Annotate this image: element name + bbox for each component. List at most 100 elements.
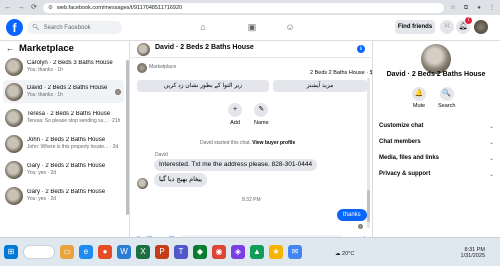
chevron-down-icon: ⌄ [488, 124, 494, 130]
more-options-button[interactable]: مزید آپشنز [273, 80, 367, 92]
conversation-name: Gary · 2 Beds 2 Baths House [27, 189, 106, 195]
conversation-item-gary-2[interactable]: Gary · 2 Beds 2 Baths House You: yes · 2d [3, 184, 124, 207]
mute-button[interactable]: 🔔 Mute [412, 87, 426, 109]
chat-avatar[interactable] [137, 43, 150, 56]
add-action[interactable]: + Add [228, 103, 242, 126]
edit-icon[interactable]: ✎ [254, 103, 269, 117]
view-buyer-profile-link[interactable]: View buyer profile [252, 140, 295, 146]
conversation-item-teresa[interactable]: Teresa · 2 Beds 2 Baths House Teresa: So … [3, 106, 124, 129]
sender-avatar[interactable] [137, 178, 148, 189]
edge-icon[interactable]: e [79, 245, 93, 259]
conversation-name: John · 2 Beds 2 Baths House [27, 137, 106, 143]
taskbar-clock[interactable]: 8:31 PM 1/31/2025 [455, 247, 485, 259]
conversation-name: Teresa · 2 Beds 2 Baths House [27, 111, 111, 117]
site-info-icon[interactable]: ⚙ [48, 5, 53, 11]
powerpoint-icon[interactable]: P [155, 245, 169, 259]
word-icon[interactable]: W [117, 245, 131, 259]
chat-scrollbar[interactable] [367, 190, 370, 222]
chat-title[interactable]: David · 2 Beds 2 Baths House [155, 44, 254, 51]
search-label: Search [438, 103, 456, 109]
chevron-down-icon: ⌄ [488, 172, 494, 178]
file-explorer-icon[interactable]: ▭ [60, 245, 74, 259]
add-icon[interactable]: + [228, 103, 242, 117]
back-arrow-icon[interactable]: ← [6, 44, 14, 53]
forward-icon[interactable]: → [17, 4, 25, 12]
privacy-support-row[interactable]: Privacy & support ⌄ [379, 171, 494, 178]
section-label: Chat members [379, 139, 421, 145]
menu-icon[interactable]: ⋮ [488, 4, 496, 12]
reload-icon[interactable]: ⟳ [30, 4, 38, 12]
watch-icon[interactable]: ▣ [245, 20, 259, 34]
sidebar-scrollbar[interactable] [126, 60, 129, 215]
address-bar[interactable]: ⚙ web.facebook.com/messages/t/9117048511… [43, 2, 444, 13]
weather-widget[interactable]: ☁ 20°C [335, 251, 354, 257]
conversation-item-david[interactable]: David · 2 Beds 2 Baths House You: thanks … [3, 80, 124, 103]
bell-icon[interactable]: 🔔 [412, 87, 426, 101]
incoming-message[interactable]: پیغام بھیج دیا گیا [154, 173, 208, 187]
listing-thumbnail [5, 57, 23, 76]
section-label: Customize chat [379, 123, 424, 129]
listing-thumbnail [5, 134, 23, 153]
clock-date: 1/31/2025 [460, 253, 485, 259]
listing-thumbnail [5, 160, 23, 179]
extensions-icon[interactable]: ⧉ [462, 4, 470, 12]
conversation-item-carolyn[interactable]: Carolyn · 2 Beds 3 Baths House You: thank… [3, 55, 124, 78]
mark-pending-button[interactable]: زیر التوا کے بطور نشان زد کریں [137, 80, 269, 92]
customize-chat-row[interactable]: Customize chat ⌄ [379, 123, 494, 130]
weather-icon: ☁ [335, 251, 343, 257]
outgoing-message[interactable]: thanks [337, 209, 367, 221]
media-files-row[interactable]: Media, files and links ⌄ [379, 155, 494, 162]
taskbar-search[interactable] [23, 245, 55, 259]
app-icon[interactable]: ◆ [193, 245, 207, 259]
section-label: Privacy & support [379, 171, 431, 177]
conversation-preview: You: yes · 2d [27, 170, 57, 176]
excel-icon[interactable]: X [136, 245, 150, 259]
profile-icon[interactable]: ● [475, 4, 483, 12]
app-icon[interactable]: ✉ [288, 245, 302, 259]
conversation-name: David · 2 Beds 2 Baths House [27, 85, 108, 91]
avatar[interactable] [474, 20, 488, 34]
incoming-message[interactable]: Interested. Txt me the address please. 8… [154, 159, 318, 171]
listing-thumbnail [5, 108, 23, 127]
conversation-item-gary[interactable]: Gary · 2 Beds 2 Baths House You: yes · 2d [3, 158, 124, 181]
find-friends-button[interactable]: Find friends [395, 20, 435, 34]
seen-avatar [115, 88, 121, 95]
conversation-preview: You: thanks · 1h [27, 92, 63, 98]
app-icon[interactable]: ▲ [250, 245, 264, 259]
menu-grid-icon[interactable]: ⁙ [440, 20, 454, 34]
details-title: David · 2 Beds 2 Baths House [386, 71, 486, 78]
weather-temp: 20°C [342, 251, 355, 257]
listing-image[interactable] [421, 44, 451, 74]
info-icon[interactable]: i [357, 45, 365, 53]
teams-icon[interactable]: T [174, 245, 188, 259]
section-label: Media, files and links [379, 155, 440, 161]
app-icon[interactable]: ● [98, 245, 112, 259]
chrome-icon[interactable]: ◉ [212, 245, 226, 259]
conversation-name: Carolyn · 2 Beds 3 Baths House [27, 60, 113, 66]
chevron-down-icon: ⌄ [488, 156, 494, 162]
home-icon[interactable]: ⌂ [196, 20, 210, 34]
marketplace-label: Marketplace [149, 64, 177, 70]
search-input[interactable]: 🔍︎ Search Facebook [27, 21, 122, 34]
groups-icon[interactable]: ☺ [283, 20, 297, 34]
back-icon[interactable]: ← [4, 4, 12, 12]
chat-members-row[interactable]: Chat members ⌄ [379, 139, 494, 146]
name-action[interactable]: ✎ Name [254, 103, 269, 126]
conversation-item-john[interactable]: John · 2 Beds 2 Baths House John: Where i… [3, 132, 124, 155]
app-icon[interactable]: ★ [269, 245, 283, 259]
facebook-logo-icon[interactable]: f [6, 19, 23, 36]
app-icon[interactable]: ◈ [231, 245, 245, 259]
mute-label: Mute [412, 103, 426, 109]
name-label: Name [254, 120, 269, 126]
search-icon[interactable]: 🔍 [439, 87, 454, 101]
seen-avatar [358, 224, 363, 229]
listing-thumbnail [5, 186, 23, 205]
search-button[interactable]: 🔍 Search [438, 87, 455, 109]
windows-taskbar: ⊞ ▭ e ● W X P T ◆ ◉ ◈ ▲ ★ ✉ [0, 237, 500, 266]
url-text: web.facebook.com/messages/t/911704851171… [56, 4, 183, 11]
marketplace-thumbnail [137, 63, 147, 73]
browser-toolbar: ← → ⟳ ⚙ web.facebook.com/messages/t/9117… [0, 0, 500, 15]
chevron-down-icon: ⌄ [488, 140, 494, 146]
start-icon[interactable]: ⊞ [4, 245, 18, 259]
star-icon[interactable]: ☆ [449, 4, 457, 12]
